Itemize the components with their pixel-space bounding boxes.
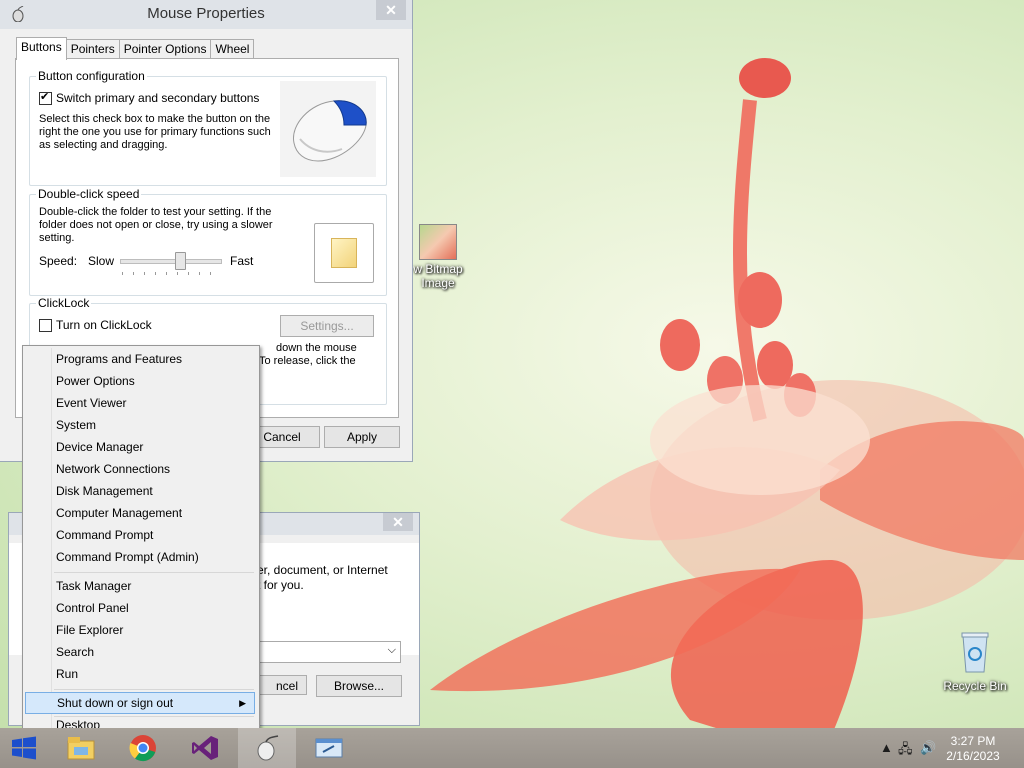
taskbar-mouse-properties[interactable]: [238, 728, 296, 768]
clicklock-label: ClickLock: [36, 296, 92, 310]
file-explorer-icon: [67, 737, 95, 760]
switch-buttons-label[interactable]: Switch primary and secondary buttons: [56, 91, 259, 105]
button-config-description: Select this check box to make the button…: [39, 113, 271, 151]
clicklock-settings-button[interactable]: Settings...: [280, 315, 374, 337]
menu-item-power-options[interactable]: Power Options: [25, 370, 255, 392]
menu-item-device-manager[interactable]: Device Manager: [25, 436, 255, 458]
run-browse-button[interactable]: Browse...: [316, 675, 402, 697]
menu-separator: [54, 572, 254, 573]
menu-item-system[interactable]: System: [25, 414, 255, 436]
apply-button[interactable]: Apply: [324, 426, 400, 448]
clicklock-description-line1: down the mouse: [276, 342, 357, 354]
menu-item-search[interactable]: Search: [25, 641, 255, 663]
double-click-speed-slider-track[interactable]: [120, 259, 222, 264]
clicklock-checkbox[interactable]: [39, 319, 52, 332]
run-close-button[interactable]: ✕: [383, 513, 413, 531]
desktop-icon-recycle-bin[interactable]: Recycle Bin: [935, 630, 1015, 693]
system-tray: ▲ 🖧 🔊 3:27 PM 2/16/2023: [864, 728, 1024, 768]
show-hidden-icons-icon[interactable]: ▲: [880, 740, 893, 755]
fast-label: Fast: [230, 254, 254, 268]
chevron-down-icon: ⌵: [387, 644, 396, 656]
switch-buttons-checkbox[interactable]: [39, 90, 52, 105]
menu-item-task-manager[interactable]: Task Manager: [25, 575, 255, 597]
taskbar-file-explorer[interactable]: [52, 728, 110, 768]
mouse-illustration-icon: [280, 81, 376, 177]
speed-label: Speed:: [39, 254, 78, 268]
menu-item-programs-and-features[interactable]: Programs and Features: [25, 348, 255, 370]
menu-item-file-explorer[interactable]: File Explorer: [25, 619, 255, 641]
close-icon: ✕: [392, 514, 404, 530]
menu-separator: [54, 689, 254, 690]
tab-pointer-options[interactable]: Pointer Options: [118, 39, 212, 59]
run-open-combobox[interactable]: ⌵: [253, 641, 401, 663]
double-click-description: Double-click the folder to test your set…: [39, 206, 273, 244]
power-user-menu: Programs and Features Power Options Even…: [22, 345, 260, 739]
taskbar-visual-studio[interactable]: [176, 728, 234, 768]
run-instructions: er, document, or Internet t for you.: [257, 563, 388, 593]
clock-time: 3:27 PM: [950, 734, 996, 748]
tab-wheel[interactable]: Wheel: [210, 39, 255, 59]
recycle-bin-icon: [961, 632, 989, 673]
recycle-bin-label: Recycle Bin: [943, 679, 1007, 693]
slow-label: Slow: [88, 254, 115, 268]
double-click-speed-label: Double-click speed: [36, 187, 142, 201]
taskbar-run[interactable]: [300, 728, 358, 768]
close-icon: ✕: [385, 2, 397, 18]
clicklock-description-line2: To release, click the: [259, 355, 356, 367]
mouse-icon: [257, 735, 279, 761]
tab-buttons[interactable]: Buttons: [16, 37, 67, 60]
menu-item-run[interactable]: Run: [25, 663, 255, 685]
shut-down-label: Shut down or sign out: [57, 696, 174, 710]
menu-item-computer-management[interactable]: Computer Management: [25, 502, 255, 524]
window-title: Mouse Properties: [147, 5, 265, 22]
mouse-properties-titlebar[interactable]: Mouse Properties ✕: [0, 0, 412, 29]
taskbar: ▲ 🖧 🔊 3:27 PM 2/16/2023: [0, 728, 1024, 768]
taskbar-chrome[interactable]: [114, 728, 172, 768]
visual-studio-icon: [192, 736, 218, 760]
clock-date: 2/16/2023: [946, 749, 1000, 763]
volume-icon[interactable]: 🔊: [920, 740, 936, 756]
double-click-speed-slider-thumb[interactable]: [175, 252, 186, 270]
button-configuration-group: Button configuration Switch primary and …: [29, 69, 387, 186]
close-button[interactable]: ✕: [376, 0, 406, 20]
tab-pointers[interactable]: Pointers: [65, 39, 120, 59]
start-button[interactable]: [0, 728, 48, 768]
windows-logo-icon: [12, 736, 36, 760]
button-configuration-label: Button configuration: [36, 69, 147, 83]
clock[interactable]: 3:27 PM 2/16/2023: [940, 734, 1006, 764]
submenu-arrow-icon: ▶: [239, 698, 246, 708]
bitmap-image-icon: [419, 224, 457, 260]
double-click-speed-group: Double-click speed Double-click the fold…: [29, 187, 387, 296]
run-icon: [315, 738, 343, 758]
run-instructions-line1: er, document, or Internet: [257, 563, 388, 577]
menu-item-network-connections[interactable]: Network Connections: [25, 458, 255, 480]
menu-item-event-viewer[interactable]: Event Viewer: [25, 392, 255, 414]
menu-item-disk-management[interactable]: Disk Management: [25, 480, 255, 502]
menu-item-shut-down-or-sign-out[interactable]: Shut down or sign out ▶: [25, 692, 255, 714]
menu-item-command-prompt-admin[interactable]: Command Prompt (Admin): [25, 546, 255, 568]
menu-item-control-panel[interactable]: Control Panel: [25, 597, 255, 619]
test-folder-area[interactable]: [314, 223, 374, 283]
menu-item-command-prompt[interactable]: Command Prompt: [25, 524, 255, 546]
slider-ticks: [122, 272, 220, 275]
tab-strip: Buttons Pointers Pointer Options Wheel: [16, 37, 255, 60]
clicklock-checkbox-label[interactable]: Turn on ClickLock: [56, 318, 152, 332]
folder-icon: [331, 238, 357, 268]
chrome-icon: [129, 735, 156, 762]
run-instructions-line2: t for you.: [257, 578, 304, 592]
network-icon[interactable]: 🖧: [898, 740, 913, 762]
